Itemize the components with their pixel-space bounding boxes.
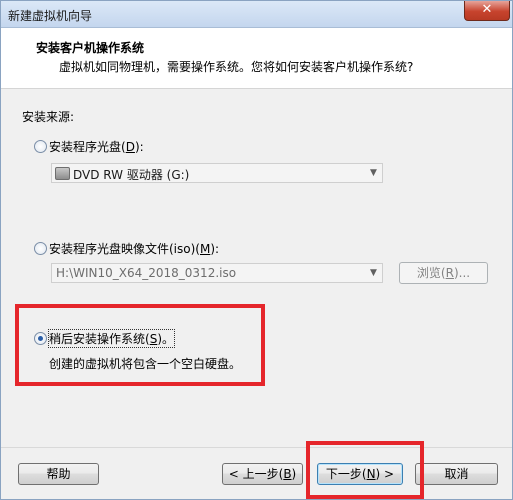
wizard-header: 安装客户机操作系统 虚拟机如同物理机，需要操作系统。您将如何安装客户机操作系统? — [1, 28, 512, 89]
iso-path-value: H:\WIN10_X64_2018_0312.iso — [56, 266, 237, 280]
chevron-down-icon: ▼ — [370, 168, 377, 178]
close-icon: ✕ — [481, 2, 493, 17]
cancel-button[interactable]: 取消 — [415, 463, 498, 485]
install-source-label: 安装来源: — [22, 110, 75, 124]
iso-path-combobox[interactable]: H:\WIN10_X64_2018_0312.iso ▼ — [51, 263, 383, 283]
radio-install-later[interactable] — [34, 332, 47, 345]
page-subtitle: 虚拟机如同物理机，需要操作系统。您将如何安装客户机操作系统? — [59, 60, 414, 74]
footer-divider — [1, 447, 512, 448]
installer-disc-label[interactable]: 安装程序光盘(D): — [49, 138, 144, 155]
radio-iso-image[interactable] — [34, 242, 47, 255]
install-later-description: 创建的虚拟机将包含一个空白硬盘。 — [49, 357, 242, 371]
back-button[interactable]: < 上一步(B) — [222, 463, 303, 485]
browse-button[interactable]: 浏览(R)... — [399, 262, 488, 284]
radio-installer-disc[interactable] — [34, 140, 47, 153]
next-button[interactable]: 下一步(N) > — [317, 463, 403, 485]
close-button[interactable]: ✕ — [464, 1, 510, 21]
window-title: 新建虚拟机向导 — [8, 9, 93, 23]
iso-image-label[interactable]: 安装程序光盘映像文件(iso)(M): — [49, 240, 219, 257]
page-title: 安装客户机操作系统 — [36, 41, 145, 55]
chevron-down-icon: ▼ — [370, 268, 377, 278]
dvd-drive-icon — [55, 167, 70, 180]
title-bar[interactable]: 新建虚拟机向导 ✕ — [1, 1, 512, 28]
drive-select-value: DVD RW 驱动器 (G:) — [73, 168, 190, 182]
drive-select[interactable]: DVD RW 驱动器 (G:) ▼ — [51, 163, 383, 183]
install-later-label[interactable]: 稍后安装操作系统(S)。 — [48, 329, 175, 348]
help-button[interactable]: 帮助 — [18, 463, 99, 485]
new-vm-wizard-window: 新建虚拟机向导 ✕ 安装客户机操作系统 虚拟机如同物理机，需要操作系统。您将如何… — [0, 0, 513, 500]
